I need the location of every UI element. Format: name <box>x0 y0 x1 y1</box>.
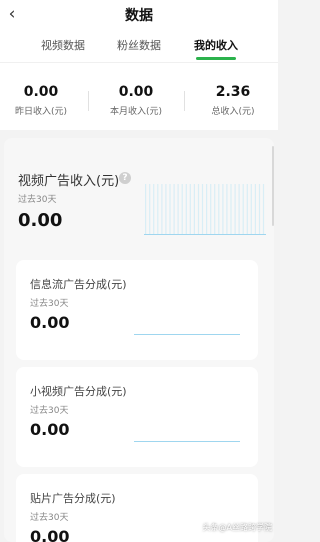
trend-bar <box>230 184 232 234</box>
trend-bar <box>177 184 179 234</box>
trend-baseline <box>144 234 266 235</box>
tab-video-data[interactable]: 视频数据 <box>38 37 88 53</box>
scrollbar[interactable] <box>272 146 274 226</box>
trend-bar <box>242 184 244 234</box>
trend-bar <box>193 184 195 234</box>
trend-bar <box>161 184 163 234</box>
trend-bar <box>250 184 252 234</box>
tab-fan-data[interactable]: 粉丝数据 <box>114 37 164 53</box>
trend-bar <box>254 184 256 234</box>
short-video-ad-share-period: 过去30天 <box>30 406 69 416</box>
trend-bar <box>157 184 159 234</box>
short-video-ad-share-value: 0.00 <box>30 420 70 439</box>
trend-bar <box>238 184 240 234</box>
feed-ad-share-value: 0.00 <box>30 313 70 332</box>
page-title: 数据 <box>125 8 153 24</box>
trend-bar <box>210 184 212 234</box>
stat-total: 2.36 总收入(元) <box>200 84 266 117</box>
video-ad-period: 过去30天 <box>18 195 57 205</box>
video-ad-income-title: 视频广告收入(元) <box>18 174 120 189</box>
video-ad-income-value: 0.00 <box>18 210 63 231</box>
trend-bar <box>214 184 216 234</box>
trend-line <box>134 441 240 442</box>
preroll-ad-share-value: 0.00 <box>30 527 70 542</box>
trend-bar <box>201 184 204 234</box>
trend-bar <box>181 184 183 234</box>
trend-bar <box>218 184 220 234</box>
trend-line <box>134 334 240 335</box>
preroll-ad-share-period: 过去30天 <box>30 513 69 523</box>
yesterday-income-value: 0.00 <box>23 84 59 100</box>
short-video-ad-share-title: 小视频广告分成(元) <box>30 385 127 398</box>
feed-ad-share-period: 过去30天 <box>30 299 69 309</box>
trend-bar <box>262 184 265 234</box>
feed-ad-share-card[interactable]: 信息流广告分成(元) 过去30天 0.00 <box>16 260 258 360</box>
total-income-value: 2.36 <box>215 84 251 100</box>
watermark: 头条@A丝路跨学院 <box>202 523 272 532</box>
video-ad-income-card[interactable]: 视频广告收入(元) ? 过去30天 0.00 信息流广告分成(元) 过去30天 … <box>4 138 274 542</box>
tab-bar: 视频数据 粉丝数据 我的收入 <box>0 30 278 62</box>
trend-bar <box>149 184 151 234</box>
active-tab-indicator <box>196 57 236 60</box>
trend-bar <box>226 184 228 234</box>
trend-bar <box>197 184 200 234</box>
trend-bar <box>189 184 191 234</box>
stat-yesterday: 0.00 昨日收入(元) <box>6 84 76 117</box>
income-summary: 0.00 昨日收入(元) 0.00 本月收入(元) 2.36 总收入(元) <box>0 62 278 130</box>
divider <box>184 91 185 111</box>
total-income-label: 总收入(元) <box>211 107 255 117</box>
header-bar: ‹ 数据 <box>0 0 278 30</box>
trend-bar <box>206 184 208 234</box>
month-income-label: 本月收入(元) <box>109 107 163 117</box>
tab-my-income[interactable]: 我的收入 <box>190 37 242 53</box>
trend-bar <box>185 184 187 234</box>
stat-month: 0.00 本月收入(元) <box>100 84 172 117</box>
trend-bar <box>153 184 155 234</box>
trend-bar <box>169 184 171 234</box>
preroll-ad-share-title: 贴片广告分成(元) <box>30 492 116 505</box>
trend-bar <box>145 184 147 234</box>
trend-bar <box>222 184 224 234</box>
trend-bar <box>246 184 248 234</box>
trend-bar <box>165 184 167 234</box>
short-video-ad-share-card[interactable]: 小视频广告分成(元) 过去30天 0.00 <box>16 367 258 467</box>
question-circle-icon[interactable]: ? <box>119 172 131 184</box>
trend-bar <box>173 184 175 234</box>
trend-bar <box>258 184 261 234</box>
yesterday-income-label: 昨日收入(元) <box>14 107 68 117</box>
month-income-value: 0.00 <box>118 84 154 100</box>
trend-bar-chart <box>144 184 266 235</box>
divider <box>88 91 89 111</box>
feed-ad-share-title: 信息流广告分成(元) <box>30 278 127 291</box>
trend-bar <box>234 184 236 234</box>
